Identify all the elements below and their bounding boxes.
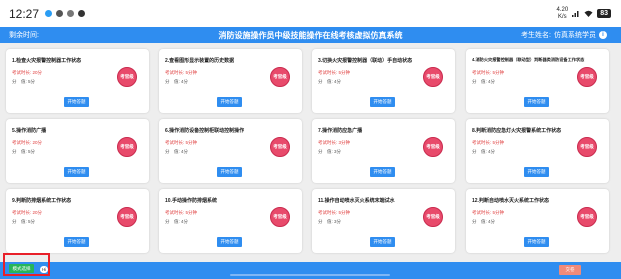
top-bar: 剩余时间: 消防设施操作员中级技能操作在线考核虚拟仿真系统 考生姓名: 仿真系统… (0, 27, 621, 43)
sync-icon (78, 10, 86, 17)
card-duration: 考试时长: 20分 (12, 70, 43, 75)
card-score: 分 值: 3分 (318, 219, 342, 224)
examiner-stamp-icon: 考官级 (117, 137, 137, 157)
app-notification-icon (45, 10, 53, 17)
card-duration: 考试时长: 5分钟 (472, 210, 505, 215)
card-duration: 考试时长: 5分钟 (472, 140, 505, 145)
start-answer-button[interactable]: 开始答题 (64, 237, 89, 247)
start-answer-button[interactable]: 开始答题 (370, 167, 395, 177)
examiner-stamp-icon: 考官级 (270, 207, 290, 227)
card-title: 9.判断防排烟系统工作状态 (12, 198, 72, 204)
card-score: 分 值: 4分 (165, 79, 189, 84)
network-speed-unit: K/s (558, 13, 567, 20)
question-card: 4.消防火灾报警控制器（联动型）判断器类消防设备工作状态 考试时长: 5分钟 分… (466, 49, 609, 113)
card-score: 分 值: 4分 (318, 79, 342, 84)
question-card: 11.操作自动喷水灭火系统末端试水 考试时长: 5分钟 分 值: 3分 考官级 … (312, 189, 455, 253)
card-duration: 考试时长: 20分 (12, 140, 43, 145)
network-speed: 4.20 K/s (557, 7, 569, 21)
message-icon (67, 10, 75, 17)
toggle-switch[interactable]: Hi (40, 266, 49, 273)
question-card: 1.检查火灾报警控制器工作状态 考试时长: 20分 分 值: 5分 考官级 开始… (6, 49, 149, 113)
start-answer-button[interactable]: 开始答题 (64, 167, 89, 177)
wifi-icon (584, 10, 593, 17)
question-card: 5.操作消防广播 考试时长: 20分 分 值: 5分 考官级 开始答题 (6, 119, 149, 183)
card-title: 5.操作消防广播 (12, 128, 47, 134)
card-score: 分 值: 4分 (472, 149, 496, 154)
card-duration: 考试时长: 3分钟 (318, 140, 351, 145)
card-title: 7.操作消防应急广播 (318, 128, 363, 134)
card-title: 11.操作自动喷水灭火系统末端试水 (318, 198, 395, 204)
card-duration: 考试时长: 5分钟 (165, 210, 198, 215)
status-right: 4.20 K/s 83 (557, 7, 611, 21)
question-card: 10.手动操作防排烟系统 考试时长: 5分钟 分 值: 4分 考官级 开始答题 (159, 189, 302, 253)
battery-icon: 83 (597, 9, 611, 18)
notification-icons (45, 10, 86, 17)
card-duration: 考试时长: 5分钟 (472, 70, 505, 75)
card-score: 分 值: 4分 (472, 219, 496, 224)
candidate-label: 考生姓名: (521, 32, 551, 39)
signal-icon (572, 11, 579, 17)
start-answer-button[interactable]: 开始答题 (217, 237, 242, 247)
card-score: 分 值: 3分 (318, 149, 342, 154)
question-card: 6.操作消防设备控制柜联动控制操作 考试时长: 5分钟 分 值: 4分 考官级 … (159, 119, 302, 183)
examiner-stamp-icon: 考官级 (423, 207, 443, 227)
examiner-stamp-icon: 考官级 (270, 67, 290, 87)
card-score: 分 值: 5分 (12, 79, 36, 84)
bottom-bar (0, 262, 621, 279)
card-title: 8.判断消防应急灯火灾报警系统工作状态 (472, 128, 562, 134)
start-answer-button[interactable]: 开始答题 (524, 97, 549, 107)
submit-exam-button[interactable]: 交卷 (559, 265, 581, 275)
question-card: 12.判断自动喷水灭火系统工作状态 考试时长: 5分钟 分 值: 4分 考官级 … (466, 189, 609, 253)
question-card: 3.切换火灾报警控制器（联动）手自动状态 考试时长: 5分钟 分 值: 4分 考… (312, 49, 455, 113)
start-answer-button[interactable]: 开始答题 (217, 167, 242, 177)
card-title: 3.切换火灾报警控制器（联动）手自动状态 (318, 58, 413, 64)
card-duration: 考试时长: 5分钟 (318, 70, 351, 75)
question-card: 7.操作消防应急广播 考试时长: 3分钟 分 值: 3分 考官级 开始答题 (312, 119, 455, 183)
start-answer-button[interactable]: 开始答题 (370, 237, 395, 247)
card-title: 12.判断自动喷水灭火系统工作状态 (472, 198, 549, 204)
examiner-stamp-icon: 考官级 (577, 67, 597, 87)
candidate-name: 仿真系统学员 (554, 32, 596, 39)
card-duration: 考试时长: 5分钟 (165, 140, 198, 145)
question-grid: 1.检查火灾报警控制器工作状态 考试时长: 20分 分 值: 5分 考官级 开始… (0, 43, 621, 262)
card-score: 分 值: 4分 (165, 219, 189, 224)
question-card: 2.查看图形显示装置的历史数据 考试时长: 5分钟 分 值: 4分 考官级 开始… (159, 49, 302, 113)
start-answer-button[interactable]: 开始答题 (370, 97, 395, 107)
card-score: 分 值: 4分 (472, 79, 496, 84)
start-answer-button[interactable]: 开始答题 (64, 97, 89, 107)
examiner-stamp-icon: 考官级 (117, 67, 137, 87)
chat-icon (56, 10, 64, 17)
card-title: 6.操作消防设备控制柜联动控制操作 (165, 128, 245, 134)
home-indicator[interactable] (230, 274, 390, 276)
card-score: 分 值: 5分 (12, 219, 36, 224)
card-duration: 考试时长: 5分钟 (165, 70, 198, 75)
card-duration: 考试时长: 20分 (12, 210, 43, 215)
status-bar: 12:27 4.20 K/s 83 (0, 0, 621, 27)
status-time: 12:27 (9, 6, 40, 21)
start-answer-button[interactable]: 开始答题 (524, 237, 549, 247)
question-card: 9.判断防排烟系统工作状态 考试时长: 20分 分 值: 5分 考官级 开始答题 (6, 189, 149, 253)
card-title: 10.手动操作防排烟系统 (165, 198, 217, 204)
start-answer-button[interactable]: 开始答题 (217, 97, 242, 107)
start-answer-button[interactable]: 开始答题 (524, 167, 549, 177)
network-speed-value: 4.20 (556, 6, 569, 13)
examiner-stamp-icon: 考官级 (577, 207, 597, 227)
examiner-stamp-icon: 考官级 (423, 67, 443, 87)
examiner-stamp-icon: 考官级 (423, 137, 443, 157)
question-card: 8.判断消防应急灯火灾报警系统工作状态 考试时长: 5分钟 分 值: 4分 考官… (466, 119, 609, 183)
card-duration: 考试时长: 5分钟 (318, 210, 351, 215)
examiner-stamp-icon: 考官级 (270, 137, 290, 157)
card-title: 4.消防火灾报警控制器（联动型）判断器类消防设备工作状态 (472, 57, 585, 62)
card-score: 分 值: 5分 (12, 149, 36, 154)
examiner-stamp-icon: 考官级 (117, 207, 137, 227)
candidate-info: 考生姓名: 仿真系统学员 i (521, 30, 607, 40)
card-score: 分 值: 4分 (165, 149, 189, 154)
examiner-stamp-icon: 考官级 (577, 137, 597, 157)
card-title: 1.检查火灾报警控制器工作状态 (12, 58, 82, 64)
card-title: 2.查看图形显示装置的历史数据 (165, 58, 235, 64)
info-icon[interactable]: i (599, 31, 607, 39)
